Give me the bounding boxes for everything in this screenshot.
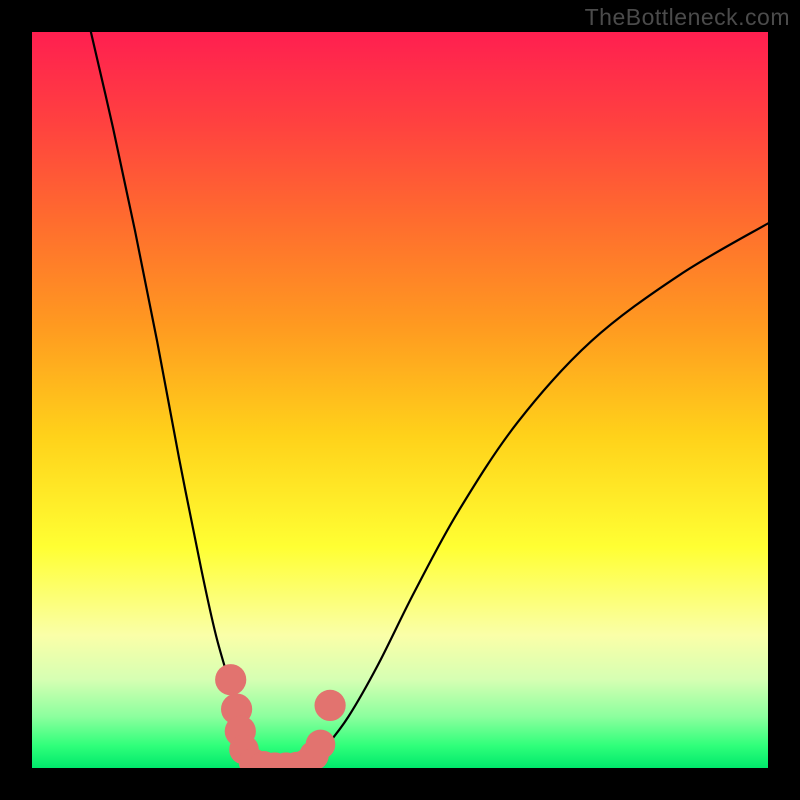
watermark-text: TheBottleneck.com: [585, 4, 790, 31]
highlight-dot: [315, 690, 346, 721]
highlight-dots: [215, 664, 346, 768]
chart-stage: TheBottleneck.com: [0, 0, 800, 800]
left-curve: [91, 32, 297, 768]
right-curve: [297, 223, 768, 768]
highlight-dot: [215, 664, 246, 695]
highlight-dot: [306, 730, 336, 760]
plot-area: [32, 32, 768, 768]
chart-overlay: [32, 32, 768, 768]
